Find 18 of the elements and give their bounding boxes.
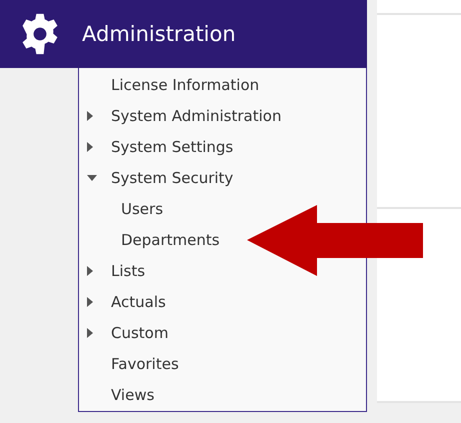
menu-item[interactable]: Departments [121,230,220,248]
menu-item[interactable]: Views [111,386,154,404]
header-title: Administration [82,22,236,46]
menu-item[interactable]: System Settings [111,138,234,156]
menu-item[interactable]: Actuals [111,292,166,310]
menu-item[interactable]: Favorites [111,354,179,372]
caret-right-icon[interactable] [87,142,93,152]
caret-right-icon[interactable] [87,328,93,338]
caret-down-icon[interactable] [87,174,97,180]
menu-item[interactable]: Custom [111,324,168,342]
caret-right-icon[interactable] [87,296,93,306]
menu-item[interactable]: System Security [111,168,234,186]
menu-item[interactable]: License Information [111,76,260,94]
menu-item[interactable]: System Administration [111,106,282,124]
menu-item[interactable]: Users [121,200,164,218]
menu-item[interactable]: Lists [111,262,146,280]
caret-right-icon[interactable] [87,110,93,120]
caret-right-icon[interactable] [87,266,93,276]
